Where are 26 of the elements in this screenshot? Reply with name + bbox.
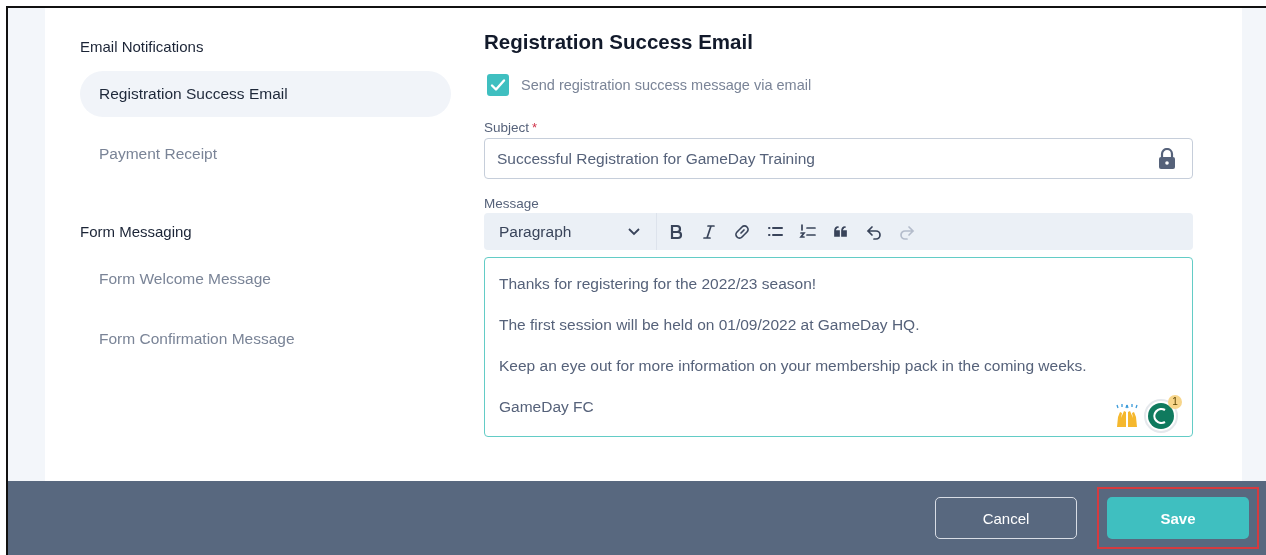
- section-heading: Email Notifications: [80, 38, 205, 55]
- format-dropdown[interactable]: Paragraph: [484, 213, 657, 250]
- message-paragraph: Thanks for registering for the 2022/23 season!: [499, 274, 817, 293]
- section-heading: Form Messaging: [80, 223, 193, 240]
- field-label: Message: [484, 196, 540, 211]
- italic-icon[interactable]: [700, 222, 718, 241]
- page-title: Registration Success Email: [484, 30, 754, 54]
- sidebar-item[interactable]: Payment Receipt: [80, 131, 451, 177]
- numbers-icon[interactable]: [799, 222, 817, 241]
- chevron-icon: [628, 227, 640, 236]
- checkbox[interactable]: [487, 74, 509, 96]
- message-paragraph: Keep an eye out for more information on your membership pack in the coming weeks.: [499, 356, 1087, 375]
- message-editor[interactable]: [484, 257, 1193, 437]
- checkbox-label: Send registration success message via email: [521, 77, 812, 93]
- raised-hands-icon: [1114, 403, 1140, 429]
- sidebar-item[interactable]: Form Welcome Message: [80, 256, 451, 302]
- field-label: Subject: [484, 120, 530, 135]
- link-icon[interactable]: [733, 222, 751, 241]
- notification-count: 1: [1168, 395, 1182, 409]
- sidebar-item[interactable]: Registration Success Email: [80, 71, 451, 117]
- required-mark: *: [532, 120, 538, 135]
- sidebar-item[interactable]: Form Confirmation Message: [80, 316, 451, 362]
- message-paragraph: The first session will be held on 01/09/2022 at GameDay HQ.: [499, 315, 920, 334]
- message-paragraph: GameDay FC: [499, 397, 594, 416]
- cancel-button[interactable]: Cancel: [935, 497, 1077, 539]
- subject-field[interactable]: Successful Registration for GameDay Training: [484, 138, 1193, 179]
